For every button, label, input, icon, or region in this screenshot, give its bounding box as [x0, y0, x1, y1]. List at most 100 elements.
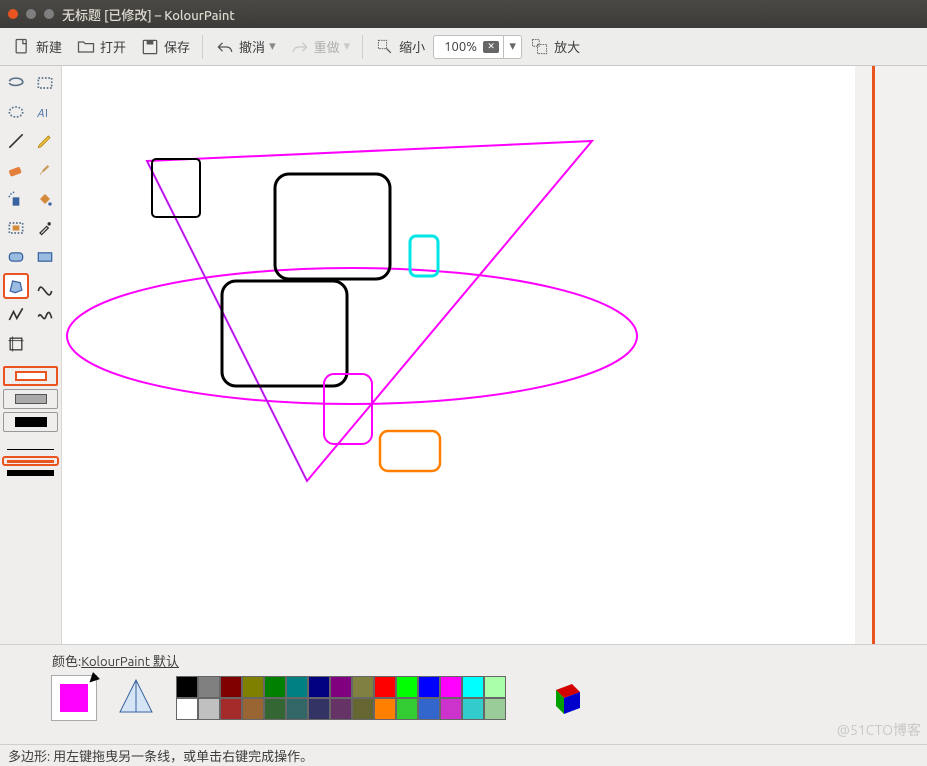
- redo-button[interactable]: 重做 ▾: [284, 33, 357, 61]
- tool-free-select[interactable]: [3, 70, 29, 96]
- palette-swatch[interactable]: [308, 698, 330, 720]
- chevron-down-icon[interactable]: ▾: [269, 39, 276, 54]
- svg-text:I: I: [45, 108, 48, 120]
- tool-crop[interactable]: [3, 331, 29, 357]
- canvas-viewport: [62, 66, 927, 644]
- window-max-icon[interactable]: [44, 9, 54, 19]
- zoom-in-button[interactable]: 放大: [524, 33, 586, 61]
- window-close-icon[interactable]: [8, 9, 18, 19]
- status-text: 多边形: 用左键拖曳另一条线，或单击右键完成操作。: [8, 746, 313, 765]
- color-row: [52, 676, 875, 720]
- tool-text[interactable]: AI: [32, 99, 58, 125]
- undo-label: 撤消: [239, 37, 265, 56]
- zoom-in-icon: [530, 37, 550, 57]
- watermark: @51CTO博客: [837, 720, 921, 740]
- undo-icon: [215, 37, 235, 57]
- palette-swatch[interactable]: [462, 676, 484, 698]
- tool-rect-select[interactable]: [32, 70, 58, 96]
- palette-swatch[interactable]: [352, 676, 374, 698]
- main-toolbar: 新建 打开 保存 撤消 ▾ 重做 ▾ 缩小 100% ✕ ▾ 放大: [0, 28, 927, 66]
- palette-swatch[interactable]: [484, 676, 506, 698]
- palette-swatch[interactable]: [176, 698, 198, 720]
- tool-rounded-rect[interactable]: [3, 244, 29, 270]
- line-thin-option[interactable]: [3, 445, 58, 453]
- tool-line[interactable]: [3, 128, 29, 154]
- tool-rectangle[interactable]: [32, 244, 58, 270]
- drawing-canvas[interactable]: [62, 66, 855, 644]
- palette-swatch[interactable]: [176, 676, 198, 698]
- line-width-options: [3, 445, 58, 477]
- line-medium-option[interactable]: [3, 457, 58, 465]
- chevron-down-icon[interactable]: ▾: [344, 39, 351, 54]
- palette-swatch[interactable]: [374, 698, 396, 720]
- work-area: AI: [0, 66, 927, 644]
- redo-icon: [290, 37, 310, 57]
- palette-swatch[interactable]: [396, 698, 418, 720]
- new-button[interactable]: 新建: [6, 33, 68, 61]
- color-scheme-name[interactable]: KolourPaint 默认: [81, 655, 179, 669]
- tool-spray[interactable]: [3, 186, 29, 212]
- color-panel-label: 颜色:KolourPaint 默认: [52, 651, 875, 670]
- toolbox: AI: [0, 66, 62, 644]
- window-title: 无标题 [已修改] – KolourPaint: [62, 5, 235, 24]
- open-button[interactable]: 打开: [70, 33, 132, 61]
- palette-swatch[interactable]: [330, 676, 352, 698]
- palette-swatch[interactable]: [242, 676, 264, 698]
- palette-swatch[interactable]: [242, 698, 264, 720]
- palette-swatch[interactable]: [286, 676, 308, 698]
- palette-swatch[interactable]: [418, 676, 440, 698]
- palette-swatch[interactable]: [198, 676, 220, 698]
- fill-fg-option[interactable]: [3, 412, 58, 432]
- palette-swatch[interactable]: [440, 676, 462, 698]
- current-color-swatch[interactable]: [52, 676, 96, 720]
- palette-swatch[interactable]: [484, 698, 506, 720]
- palette-swatch[interactable]: [220, 676, 242, 698]
- palette-swatch[interactable]: [418, 698, 440, 720]
- tool-brush[interactable]: [32, 157, 58, 183]
- tool-polygon[interactable]: [3, 273, 29, 299]
- palette-swatch[interactable]: [264, 698, 286, 720]
- tool-ellipse-select[interactable]: [3, 99, 29, 125]
- window-min-icon[interactable]: [26, 9, 36, 19]
- palette-swatch[interactable]: [374, 676, 396, 698]
- palette-swatch[interactable]: [352, 698, 374, 720]
- color-cube-icon[interactable]: [546, 678, 586, 718]
- tool-pencil[interactable]: [32, 128, 58, 154]
- color-panel: 颜色:KolourPaint 默认: [0, 644, 927, 744]
- tool-curve[interactable]: [32, 273, 58, 299]
- window-titlebar: 无标题 [已修改] – KolourPaint: [0, 0, 927, 28]
- palette-swatch[interactable]: [220, 698, 242, 720]
- palette-swatch[interactable]: [440, 698, 462, 720]
- redo-label: 重做: [314, 37, 340, 56]
- tool-eraser[interactable]: [3, 157, 29, 183]
- palette-swatch[interactable]: [264, 676, 286, 698]
- fill-outline-option[interactable]: [3, 366, 58, 386]
- undo-button[interactable]: 撤消 ▾: [209, 33, 282, 61]
- line-thick-option[interactable]: [3, 469, 58, 477]
- transparency-icon[interactable]: [116, 676, 156, 720]
- zoom-clear-icon[interactable]: ✕: [483, 41, 499, 53]
- palette-swatch[interactable]: [396, 676, 418, 698]
- canvas-drawing: [62, 66, 855, 644]
- chevron-down-icon[interactable]: ▾: [503, 36, 521, 58]
- tool-color-select[interactable]: [3, 215, 29, 241]
- palette-swatch[interactable]: [286, 698, 308, 720]
- file-new-icon: [12, 37, 32, 57]
- palette-swatch[interactable]: [462, 698, 484, 720]
- save-button[interactable]: 保存: [134, 33, 196, 61]
- zoom-out-label: 缩小: [399, 37, 425, 56]
- palette-swatch[interactable]: [330, 698, 352, 720]
- tool-color-picker[interactable]: [32, 215, 58, 241]
- save-label: 保存: [164, 37, 190, 56]
- save-icon: [140, 37, 160, 57]
- zoom-out-icon: [375, 37, 395, 57]
- color-palette: [176, 676, 506, 720]
- tool-freehand[interactable]: [32, 302, 58, 328]
- fill-bg-option[interactable]: [3, 389, 58, 409]
- palette-swatch[interactable]: [198, 698, 220, 720]
- tool-flood-fill[interactable]: [32, 186, 58, 212]
- zoom-combobox[interactable]: 100% ✕ ▾: [433, 35, 522, 59]
- tool-polyline[interactable]: [3, 302, 29, 328]
- zoom-out-button[interactable]: 缩小: [369, 33, 431, 61]
- palette-swatch[interactable]: [308, 676, 330, 698]
